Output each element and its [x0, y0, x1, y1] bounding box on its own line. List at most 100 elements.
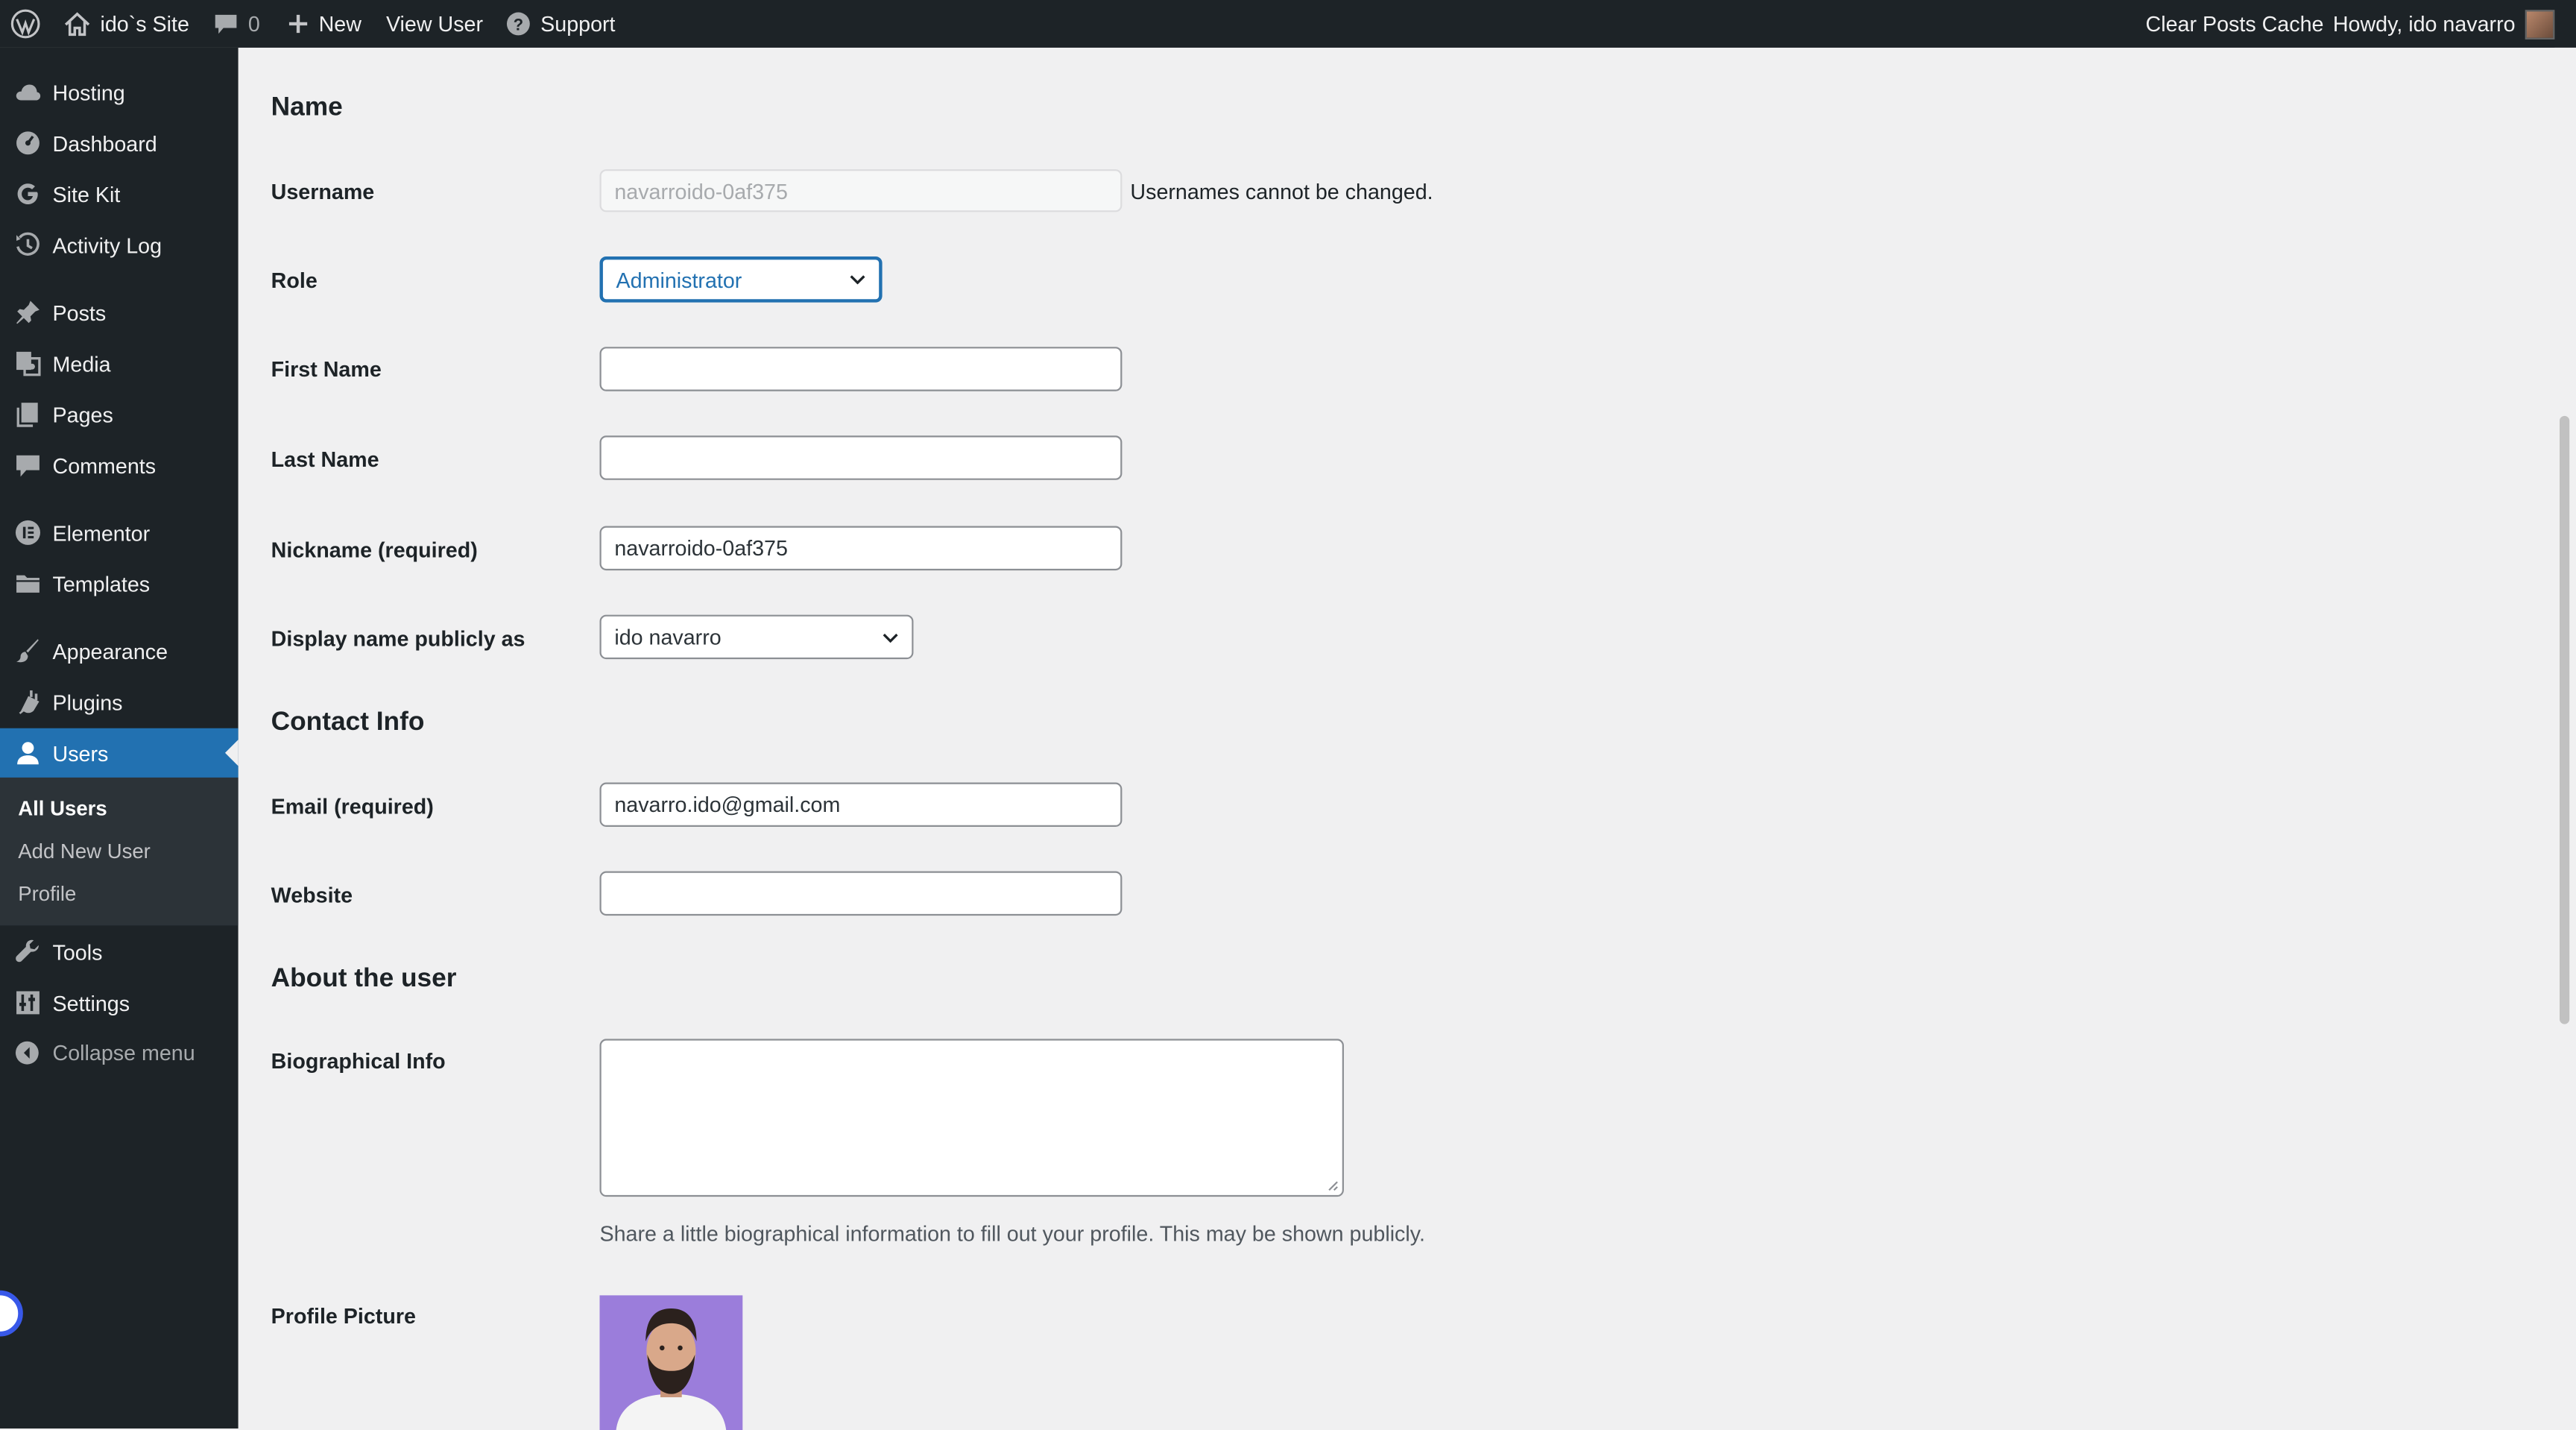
sidebar-item-appearance[interactable]: Appearance: [0, 626, 239, 675]
clear-posts-cache-link[interactable]: Clear Posts Cache: [2146, 0, 2324, 48]
history-icon: [13, 231, 41, 259]
comment-icon: [13, 451, 41, 479]
sidebar-item-comments[interactable]: Comments: [0, 441, 239, 490]
new-label: New: [318, 11, 362, 37]
submenu-add-new-user[interactable]: Add New User: [18, 840, 151, 863]
support-link[interactable]: ? Support: [506, 0, 616, 48]
nickname-label: Nickname (required): [271, 537, 478, 563]
username-field: navarroido-0af375: [599, 169, 1123, 212]
sidebar-item-label: Comments: [52, 453, 157, 478]
first-name-label: First Name: [271, 356, 382, 382]
submenu-all-users[interactable]: All Users: [18, 797, 107, 820]
sidebar-item-elementor[interactable]: Elementor: [0, 508, 239, 557]
settings-icon: [13, 989, 41, 1016]
sidebar-item-templates[interactable]: Templates: [0, 559, 239, 608]
sidebar-item-label: Settings: [52, 990, 130, 1015]
user-icon: [13, 739, 41, 766]
sidebar-item-site-kit[interactable]: Site Kit: [0, 169, 239, 218]
role-label: Role: [271, 268, 318, 293]
new-content-link[interactable]: New: [288, 0, 362, 48]
my-account-link[interactable]: Howdy, ido navarro: [2333, 0, 2555, 48]
clear-cache-label: Clear Posts Cache: [2145, 11, 2324, 37]
site-name-link[interactable]: ido`s Site: [64, 0, 189, 48]
collapse-menu-label: Collapse menu: [52, 1039, 195, 1065]
sidebar-item-plugins[interactable]: Plugins: [0, 677, 239, 726]
username-label: Username: [271, 179, 375, 204]
resize-handle-icon[interactable]: [1328, 1180, 1339, 1191]
role-value: Administrator: [616, 267, 742, 292]
sidebar-item-label: Elementor: [52, 520, 151, 545]
sidebar-item-label: Hosting: [52, 79, 125, 105]
website-label: Website: [271, 882, 353, 908]
sidebar-item-posts[interactable]: Posts: [0, 288, 239, 337]
bio-textarea[interactable]: [599, 1039, 1344, 1197]
sidebar-item-label: Tools: [52, 939, 103, 965]
nickname-value: navarroido-0af375: [614, 535, 788, 561]
nickname-field[interactable]: navarroido-0af375: [599, 526, 1123, 571]
about-user-heading: About the user: [271, 965, 457, 993]
plug-icon: [13, 688, 41, 716]
last-name-field[interactable]: [599, 435, 1123, 480]
site-name-label: ido`s Site: [100, 11, 189, 37]
comment-bubble-icon: [214, 13, 239, 36]
website-field[interactable]: [599, 871, 1123, 916]
sidebar-item-label: Users: [52, 740, 109, 766]
contact-info-heading: Contact Info: [271, 708, 425, 737]
comments-count: 0: [247, 11, 260, 37]
collapse-menu-button[interactable]: Collapse menu: [0, 1027, 239, 1077]
display-name-select[interactable]: ido navarro: [599, 614, 914, 660]
bio-description: Share a little biographical information …: [599, 1221, 1425, 1247]
sidebar-item-label: Pages: [52, 402, 113, 427]
display-name-value: ido navarro: [614, 624, 722, 649]
name-section-heading: Name: [271, 93, 343, 122]
profile-form: Name Username navarroido-0af375 Username…: [239, 48, 2555, 1430]
sidebar-item-tools[interactable]: Tools: [0, 927, 239, 977]
last-name-label: Last Name: [271, 447, 379, 472]
support-label: Support: [540, 11, 616, 37]
home-icon: [64, 11, 90, 37]
chevron-down-icon: [850, 275, 865, 285]
sidebar-item-label: Site Kit: [52, 181, 121, 207]
elementor-icon: [13, 519, 41, 547]
view-user-label: View User: [385, 11, 484, 37]
plus-icon: [288, 13, 309, 35]
help-icon: ?: [506, 11, 531, 36]
avatar: [2525, 9, 2555, 39]
email-field[interactable]: navarro.ido@gmail.com: [599, 782, 1123, 828]
google-g-icon: [13, 180, 41, 207]
admin-bar: ido`s Site 0 New View User ? Support Cle…: [0, 0, 2576, 48]
sidebar-item-media[interactable]: Media: [0, 338, 239, 388]
profile-picture: [599, 1295, 743, 1430]
username-value: navarroido-0af375: [614, 178, 788, 204]
sidebar-item-label: Posts: [52, 300, 107, 325]
role-select[interactable]: Administrator: [599, 256, 883, 303]
bio-label: Biographical Info: [271, 1048, 446, 1074]
sidebar-item-settings[interactable]: Settings: [0, 978, 239, 1027]
chevron-down-icon: [883, 632, 898, 642]
first-name-field[interactable]: [599, 347, 1123, 391]
sidebar-item-label: Activity Log: [52, 232, 162, 258]
view-user-link[interactable]: View User: [386, 0, 483, 48]
sidebar-item-hosting[interactable]: Hosting: [0, 67, 239, 116]
comments-link[interactable]: 0: [214, 0, 260, 48]
cloud-icon: [13, 78, 41, 106]
dashboard-icon: [13, 129, 41, 157]
sidebar-item-dashboard[interactable]: Dashboard: [0, 119, 239, 168]
submenu-profile[interactable]: Profile: [18, 883, 76, 906]
sidebar-item-activity-log[interactable]: Activity Log: [0, 220, 239, 269]
collapse-arrow-icon: [13, 1038, 41, 1065]
sidebar-item-label: Media: [52, 350, 111, 376]
sidebar-item-label: Templates: [52, 571, 151, 596]
wrench-icon: [13, 938, 41, 966]
media-icon: [13, 350, 41, 377]
sidebar-item-label: Plugins: [52, 689, 123, 714]
sidebar-item-pages[interactable]: Pages: [0, 390, 239, 439]
wordpress-logo-icon[interactable]: [10, 0, 41, 48]
sidebar-item-users[interactable]: Users: [0, 728, 239, 778]
users-submenu: All Users Add New User Profile: [0, 777, 239, 926]
pin-icon: [13, 298, 41, 326]
scrollbar-thumb[interactable]: [2559, 415, 2570, 1024]
folder-icon: [13, 570, 41, 597]
svg-text:?: ?: [514, 15, 523, 34]
page-scrollbar[interactable]: [2554, 47, 2576, 1429]
